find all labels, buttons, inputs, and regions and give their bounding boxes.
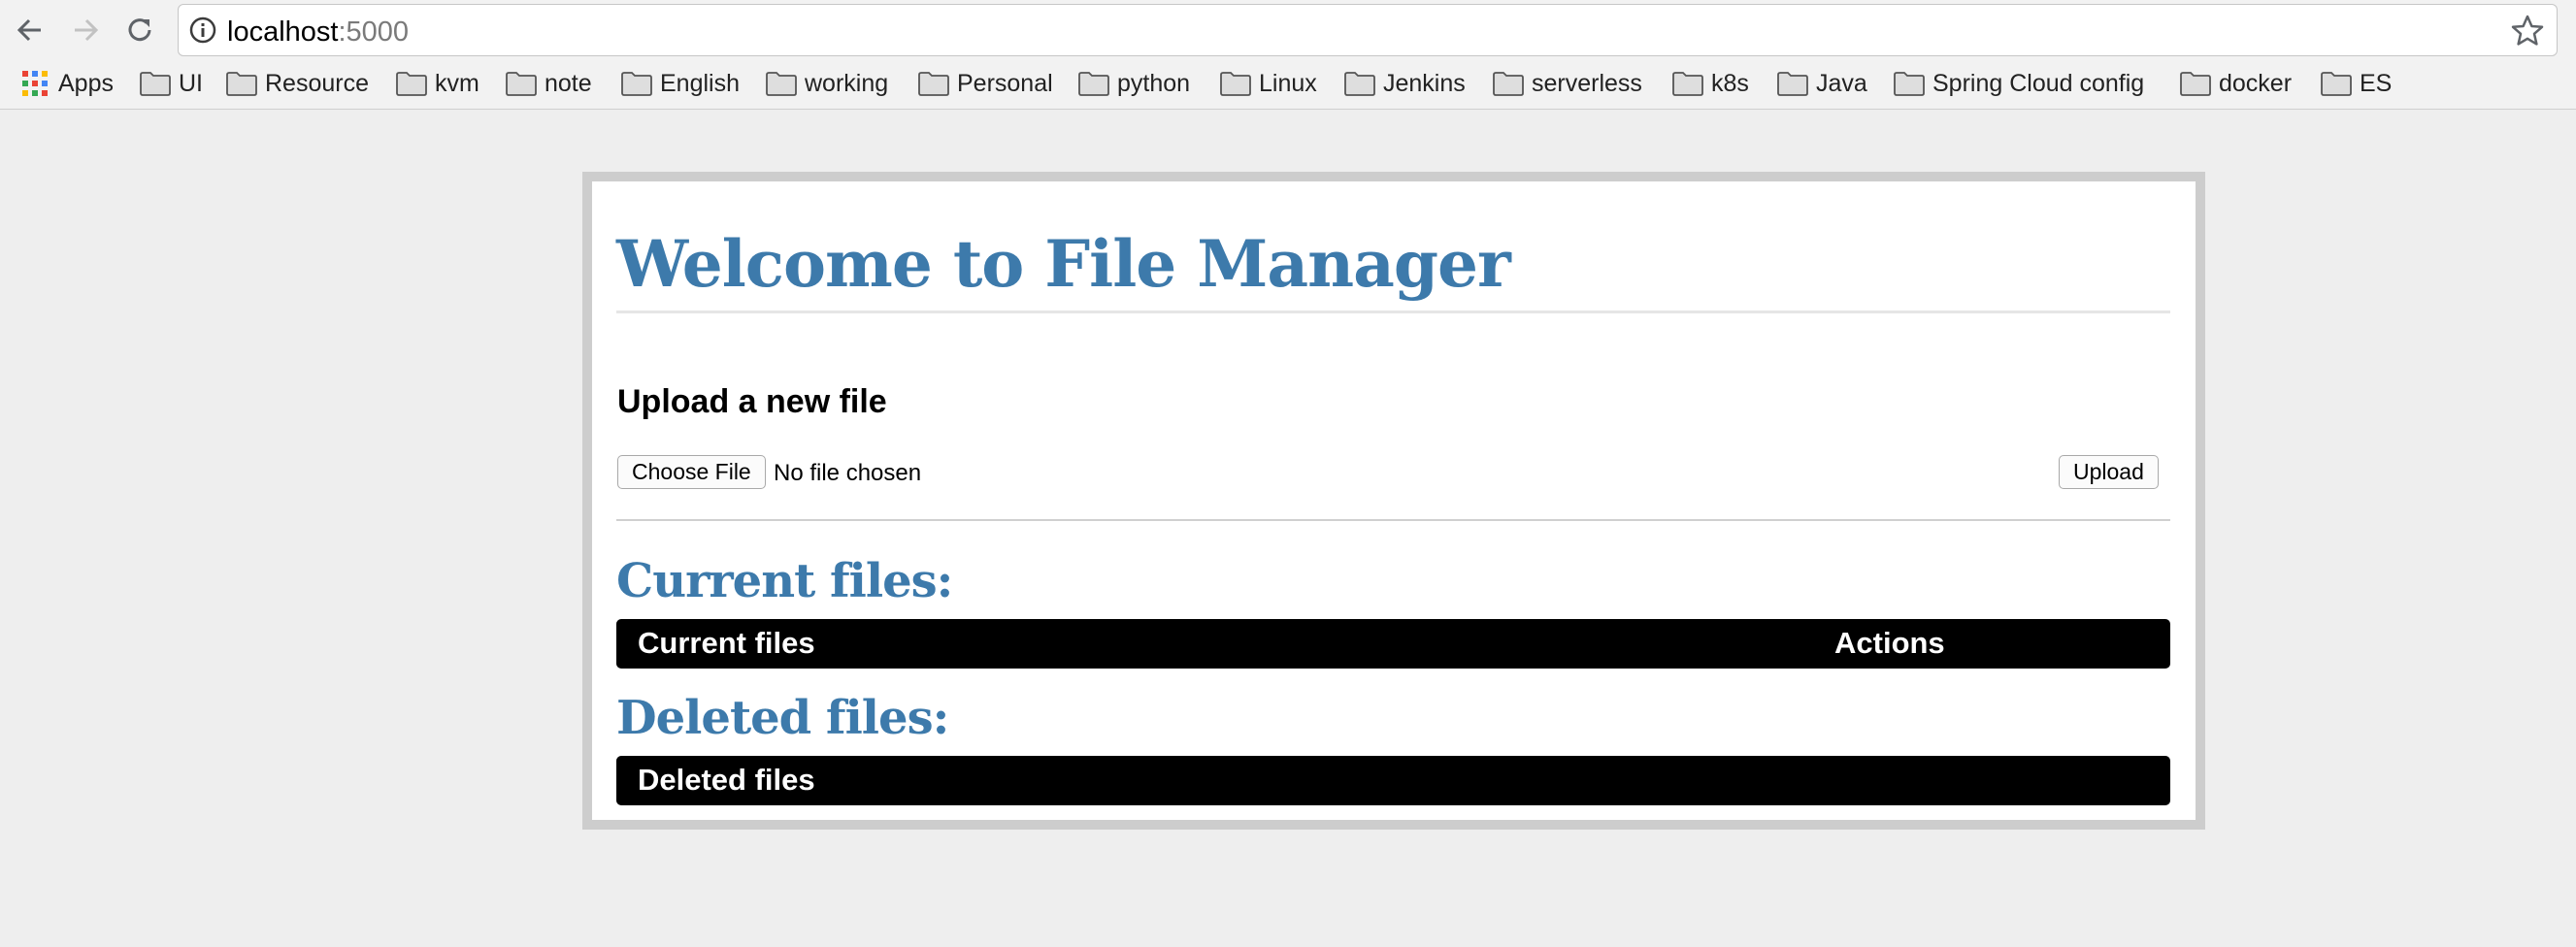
file-status-text: No file chosen [774, 460, 922, 486]
url-port: :5000 [338, 16, 410, 48]
bookmark-label: UI [179, 69, 203, 97]
title-divider [616, 310, 2170, 313]
folder-icon [396, 72, 427, 96]
forward-arrow-icon [75, 18, 99, 42]
folder-icon [1078, 72, 1109, 96]
folder-icon [506, 72, 537, 96]
bookmark-label: docker [2219, 69, 2293, 97]
bookmark-label: Linux [1259, 69, 1317, 97]
bookmark-folder-k8s[interactable]: k8s [1672, 67, 1749, 100]
folder-icon [918, 72, 949, 96]
current-files-heading: Current files: [616, 554, 953, 608]
bookmark-folder-note[interactable]: note [506, 67, 592, 100]
bookmark-folder-kvm[interactable]: kvm [396, 67, 479, 100]
bookmark-folder-docker[interactable]: docker [2180, 67, 2292, 100]
current-files-table-header: Current files Actions [616, 619, 2170, 669]
choose-file-button[interactable]: Choose File [617, 455, 766, 489]
folder-icon [1493, 72, 1524, 96]
back-button[interactable] [11, 11, 50, 49]
folder-icon [2321, 72, 2352, 96]
bookmark-label: English [660, 69, 740, 97]
reload-button[interactable] [120, 11, 159, 49]
back-arrow-icon [17, 18, 41, 42]
bookmarks-bar: Apps UI Resource kvm note English workin… [0, 60, 2576, 110]
bookmark-label: Jenkins [1383, 69, 1466, 97]
bookmark-folder-working[interactable]: working [766, 67, 888, 100]
bookmark-folder-resource[interactable]: Resource [226, 67, 369, 100]
bookmark-folder-jenkins[interactable]: Jenkins [1344, 67, 1466, 100]
column-header-deleted-files: Deleted files [638, 763, 815, 797]
folder-icon [140, 72, 171, 96]
bookmark-label: serverless [1532, 69, 1642, 97]
bookmark-label: Resource [265, 69, 369, 97]
folder-icon [1894, 72, 1925, 96]
url-text[interactable]: localhost:5000 [227, 16, 409, 49]
folder-icon [1220, 72, 1251, 96]
bookmark-label: kvm [435, 69, 479, 97]
bookmark-folder-python[interactable]: python [1078, 67, 1190, 100]
bookmark-label: Apps [58, 69, 114, 97]
bookmark-label: working [805, 69, 889, 97]
bookmark-folder-english[interactable]: English [621, 67, 740, 100]
upload-heading: Upload a new file [617, 383, 887, 420]
forward-button[interactable] [66, 11, 105, 49]
folder-icon [1672, 72, 1703, 96]
column-header-current-files: Current files [638, 626, 815, 660]
deleted-files-table-header: Deleted files [616, 756, 2170, 805]
star-icon[interactable] [2510, 14, 2545, 49]
bookmark-label: Java [1816, 69, 1867, 97]
section-divider [616, 519, 2170, 521]
bookmark-label: k8s [1711, 69, 1749, 97]
bookmark-folder-ui[interactable]: UI [140, 67, 203, 100]
apps-grid-icon [22, 71, 48, 96]
bookmark-folder-serverless[interactable]: serverless [1493, 67, 1642, 100]
file-manager-container: Welcome to File Manager Upload a new fil… [582, 172, 2205, 830]
bookmark-folder-spring-cloud-config[interactable]: Spring Cloud config [1894, 67, 2144, 100]
folder-icon [766, 72, 797, 96]
deleted-files-heading: Deleted files: [616, 691, 949, 745]
reload-icon [128, 18, 151, 42]
address-bar[interactable]: localhost:5000 [178, 4, 2558, 56]
bookmark-label: Personal [957, 69, 1053, 97]
bookmark-label: Spring Cloud config [1932, 69, 2145, 97]
column-header-actions: Actions [1834, 626, 1945, 660]
url-host: localhost [227, 16, 339, 48]
bookmark-folder-es[interactable]: ES [2321, 67, 2392, 100]
bookmark-folder-personal[interactable]: Personal [918, 67, 1053, 100]
bookmark-label: note [545, 69, 592, 97]
browser-toolbar: localhost:5000 [0, 0, 2576, 60]
folder-icon [226, 72, 257, 96]
bookmark-label: python [1117, 69, 1191, 97]
info-icon[interactable] [188, 16, 217, 45]
page-title: Welcome to File Manager [616, 226, 1511, 302]
folder-icon [621, 72, 652, 96]
bookmark-apps[interactable]: Apps [21, 67, 114, 100]
folder-icon [1777, 72, 1808, 96]
bookmark-folder-java[interactable]: Java [1777, 67, 1867, 100]
upload-button[interactable]: Upload [2059, 455, 2159, 489]
folder-icon [2180, 72, 2211, 96]
folder-icon [1344, 72, 1375, 96]
bookmark-label: ES [2360, 69, 2393, 97]
bookmark-folder-linux[interactable]: Linux [1220, 67, 1317, 100]
